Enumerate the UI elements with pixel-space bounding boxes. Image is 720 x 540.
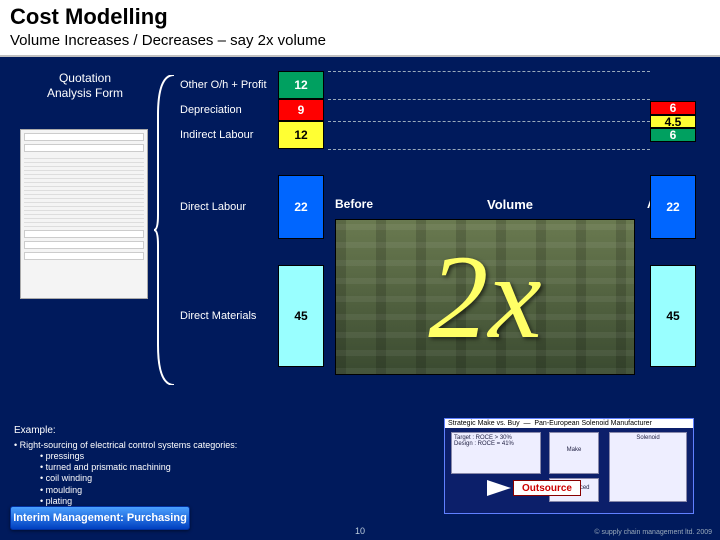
quotation-form-label: Quotation Analysis Form [40,71,130,101]
volume-multiplier-panel: 2x [335,219,635,375]
volume-heading: Volume [487,197,533,212]
outsource-badge: Outsource [513,480,581,496]
diagram-stage: Quotation Analysis Form Other O/h + Prof… [0,57,720,437]
example-line: • Right-sourcing of electrical control s… [14,440,414,451]
after-depreciation: 6 [650,101,696,115]
after-direct-materials: 45 [650,265,696,367]
arrow-right-icon [487,480,511,496]
before-depreciation: 9 [278,99,324,121]
example-line: • pressings [40,451,414,462]
connector-line [328,99,650,100]
quotation-form-thumbnail [20,129,148,299]
slide-subtitle: Volume Increases / Decreases – say 2x vo… [10,32,710,49]
connector-line [328,149,650,150]
example-heading: Example: [14,425,414,438]
mini-slide-title-right: Pan-European Solenoid Manufacturer [534,420,652,427]
connector-line [328,121,650,122]
multiplier-text: 2x [336,220,634,374]
before-direct-labour: 22 [278,175,324,239]
mini-design-line: Design : ROCE = 41% [454,441,538,447]
after-indirect-labour: 4.5 [650,115,696,128]
before-stack: Other O/h + Profit 12 Depreciation 9 Ind… [180,71,335,367]
mid-labels-row: Before Volume After [335,197,675,212]
after-direct-labour: 22 [650,175,696,239]
cat-label: Indirect Labour [180,121,278,149]
after-stack: 6 4.5 6 22 45 [650,101,696,367]
cat-label: Other O/h + Profit [180,71,278,99]
case-study-thumbnail: Strategic Make vs. Buy — Pan-European So… [444,418,694,514]
slide-title: Cost Modelling [10,4,710,30]
before-indirect-labour: 12 [278,121,324,149]
cat-label: Direct Labour [180,175,278,239]
cat-label: Depreciation [180,99,278,121]
mini-target-panel: Target : ROCE > 30% Design : ROCE = 41% [451,432,541,474]
example-line: • coil winding [40,473,414,484]
mini-slide-header: Strategic Make vs. Buy — Pan-European So… [445,419,693,428]
before-direct-materials: 45 [278,265,324,367]
brand-logo: Interim Management: Purchasing [10,506,190,530]
mini-slide-title-left: Strategic Make vs. Buy [448,420,520,427]
before-heading: Before [335,197,373,212]
before-other-oh-profit: 12 [278,71,324,99]
title-bar: Cost Modelling Volume Increases / Decrea… [0,0,720,57]
connector-line [328,71,650,72]
mini-make-panel: Make [549,432,599,474]
example-line: • turned and prismatic machining [40,462,414,473]
curly-brace-icon [154,75,178,385]
after-extra-segment: 6 [650,128,696,142]
cat-label: Direct Materials [180,265,278,367]
example-line: • moulding [40,485,414,496]
slide-number: 10 [355,526,365,536]
copyright-line: © supply chain management ltd. 2009 [594,529,712,536]
mini-solenoid-panel: Solenoid [609,432,687,502]
